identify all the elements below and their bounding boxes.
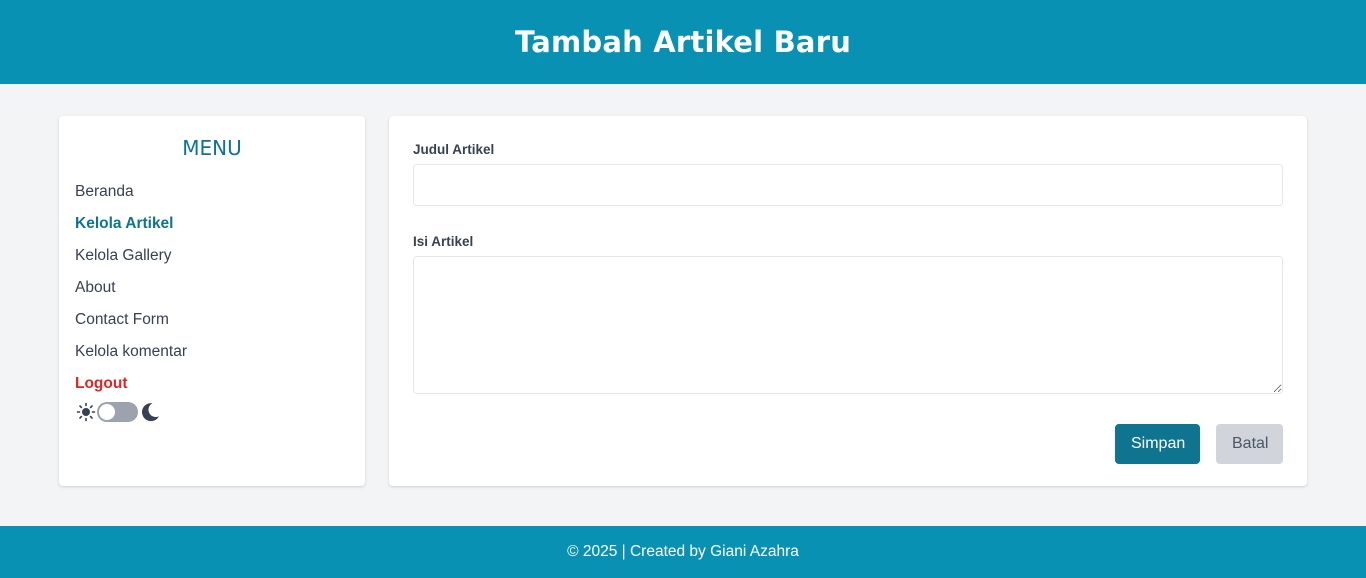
moon-icon	[138, 400, 162, 424]
page-header: Tambah Artikel Baru	[0, 0, 1366, 84]
content-textarea[interactable]	[413, 256, 1283, 394]
cancel-button[interactable]: Batal	[1216, 424, 1283, 464]
page-title: Tambah Artikel Baru	[514, 25, 852, 59]
form-actions: Simpan Batal	[413, 424, 1283, 464]
sidebar-item-kelola-artikel[interactable]: Kelola Artikel	[75, 208, 349, 240]
save-button[interactable]: Simpan	[1115, 424, 1200, 464]
sun-icon	[75, 401, 97, 423]
sidebar-item-contact-form[interactable]: Contact Form	[75, 304, 349, 336]
sidebar-title: MENU	[182, 136, 242, 160]
theme-toggle	[75, 400, 349, 424]
page-footer: © 2025 | Created by Giani Azahra	[0, 526, 1366, 578]
switch-knob	[99, 404, 115, 420]
sidebar-item-logout[interactable]: Logout	[75, 368, 349, 400]
footer-text: © 2025 | Created by Giani Azahra	[567, 543, 799, 560]
dark-mode-switch[interactable]	[97, 402, 138, 422]
content-label: Isi Artikel	[413, 234, 474, 249]
sidebar-nav: Beranda Kelola Artikel Kelola Gallery Ab…	[75, 176, 349, 400]
sidebar-item-kelola-komentar[interactable]: Kelola komentar	[75, 336, 349, 368]
article-form: Judul Artikel Isi Artikel Simpan Batal	[389, 116, 1307, 486]
title-input[interactable]	[413, 164, 1283, 206]
sidebar-item-beranda[interactable]: Beranda	[75, 176, 349, 208]
sidebar: MENU Beranda Kelola Artikel Kelola Galle…	[59, 116, 365, 486]
sidebar-item-kelola-gallery[interactable]: Kelola Gallery	[75, 240, 349, 272]
title-label: Judul Artikel	[413, 142, 495, 157]
sidebar-item-about[interactable]: About	[75, 272, 349, 304]
